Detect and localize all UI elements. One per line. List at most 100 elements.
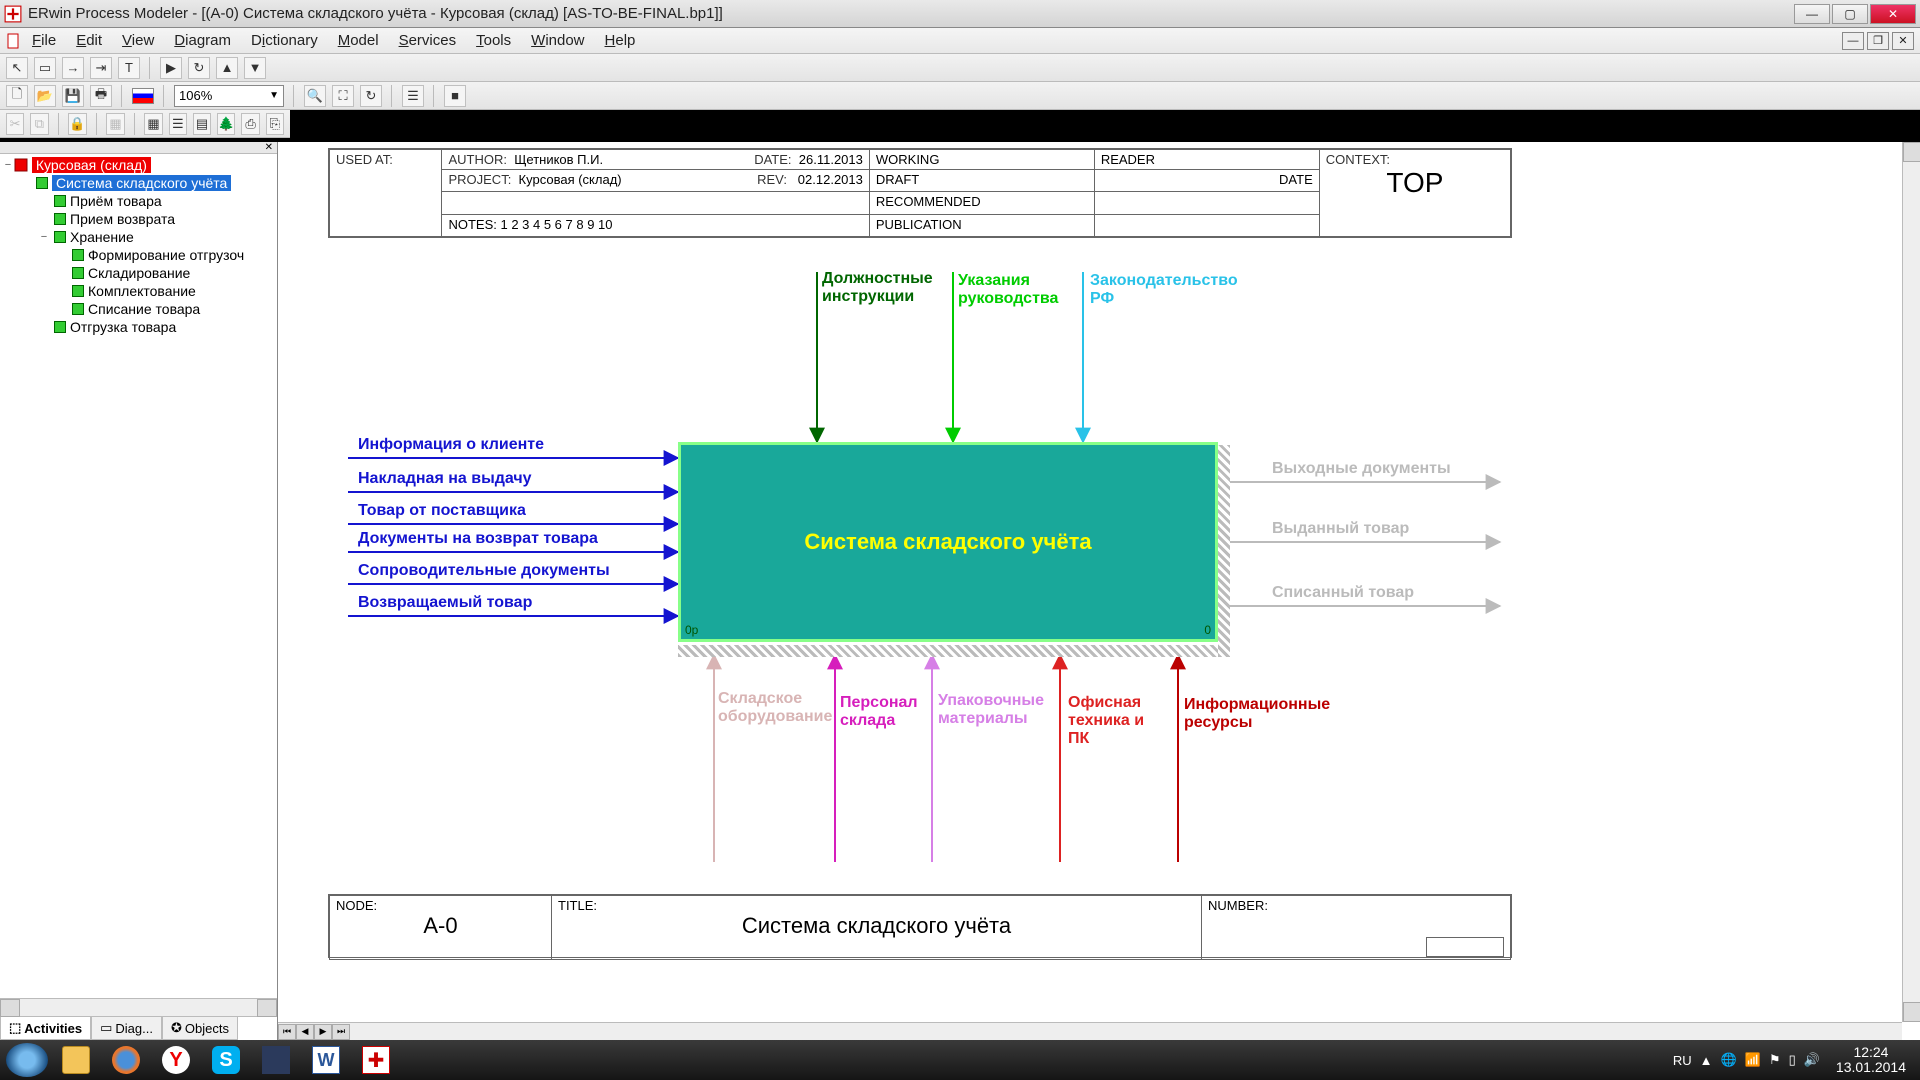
mdi-minimize[interactable]: —	[1842, 32, 1864, 50]
open-button[interactable]: 📂	[34, 85, 56, 107]
save-button[interactable]: 💾	[62, 85, 84, 107]
align1-button[interactable]: ▦	[144, 113, 162, 135]
tray-globe-icon[interactable]: 🌐	[1721, 1052, 1737, 1068]
canvas-vscrollbar[interactable]	[1902, 142, 1920, 1022]
zoom-combo[interactable]: 106%▼	[174, 85, 284, 107]
taskbar-erwin-icon[interactable]: ✚	[354, 1043, 398, 1077]
sheet-next-button[interactable]: ▶	[314, 1024, 332, 1040]
model-tree[interactable]: − Курсовая (склад)Система складского учё…	[0, 154, 277, 998]
tree-item[interactable]: −Хранение	[2, 228, 275, 246]
input-label[interactable]: Накладная на выдачу	[358, 470, 532, 488]
play-tool[interactable]: ▶	[160, 57, 182, 79]
menu-tools[interactable]: Tools	[466, 29, 521, 52]
box-tool[interactable]: ▭	[34, 57, 56, 79]
canvas-hscrollbar[interactable]: ⏮ ◀ ▶ ⏭	[278, 1022, 1902, 1040]
start-button[interactable]	[6, 1043, 48, 1077]
mechanism-label[interactable]: Информационные ресурсы	[1184, 696, 1344, 732]
output-label[interactable]: Выданный товар	[1272, 520, 1409, 538]
input-label[interactable]: Возвращаемый товар	[358, 594, 532, 612]
menu-window[interactable]: Window	[521, 29, 594, 52]
menu-model[interactable]: Model	[328, 29, 389, 52]
system-tray[interactable]: RU ▲ 🌐 📶 ⚑ ▯ 🔊 12:2413.01.2014	[1673, 1045, 1914, 1076]
menu-file[interactable]: File	[22, 29, 66, 52]
mechanism-label[interactable]: Персонал склада	[840, 694, 930, 730]
close-button[interactable]: ✕	[1870, 4, 1916, 24]
nav-button[interactable]: ☰	[402, 85, 424, 107]
tree-item[interactable]: Приём товара	[2, 192, 275, 210]
mdi-close[interactable]: ✕	[1892, 32, 1914, 50]
tray-clock[interactable]: 12:2413.01.2014	[1828, 1045, 1914, 1076]
grid-button[interactable]: ▦	[106, 113, 124, 135]
zoom-fit-button[interactable]: ⛶	[332, 85, 354, 107]
padlock-button[interactable]: 🔒	[68, 113, 86, 135]
sidebar-close-icon[interactable]: ✕	[0, 142, 277, 154]
new-button[interactable]: 🗋	[6, 85, 28, 107]
output-label[interactable]: Списанный товар	[1272, 584, 1414, 602]
print-button[interactable]: 🖶	[90, 85, 112, 107]
locale-flag-icon[interactable]	[132, 88, 154, 104]
tray-chevron-icon[interactable]: ▲	[1700, 1053, 1713, 1068]
input-label[interactable]: Товар от поставщика	[358, 502, 526, 520]
output-label[interactable]: Выходные документы	[1272, 460, 1451, 478]
minimize-button[interactable]: —	[1794, 4, 1830, 24]
align3-button[interactable]: ▤	[193, 113, 211, 135]
lock-button[interactable]: ■	[444, 85, 466, 107]
menu-diagram[interactable]: Diagram	[164, 29, 241, 52]
input-label[interactable]: Сопроводительные документы	[358, 562, 610, 580]
extra2-button[interactable]: ⎘	[266, 113, 284, 135]
refresh-button[interactable]: ↻	[360, 85, 382, 107]
tree-item[interactable]: Система складского учёта	[2, 174, 275, 192]
tray-wifi-icon[interactable]: ▯	[1789, 1052, 1796, 1068]
tree-item[interactable]: Списание товара	[2, 300, 275, 318]
diagram-canvas[interactable]: USED AT: AUTHOR: Щетников П.И. DATE: 26.…	[278, 142, 1902, 1022]
tab-activities[interactable]: ⬚ Activities	[0, 1017, 91, 1040]
tree-toggle-button[interactable]: 🌲	[217, 113, 235, 135]
sheet-last-button[interactable]: ⏭	[332, 1024, 350, 1040]
mdi-restore[interactable]: ❐	[1867, 32, 1889, 50]
tab-diagrams[interactable]: ▭ Diag...	[91, 1017, 162, 1040]
input-label[interactable]: Документы на возврат товара	[358, 530, 598, 548]
tab-objects[interactable]: ✪ Objects	[162, 1017, 238, 1040]
tray-language[interactable]: RU	[1673, 1053, 1692, 1068]
tree-item[interactable]: Комплектование	[2, 282, 275, 300]
copy-button[interactable]: ⧉	[30, 113, 48, 135]
tree-item[interactable]: Отгрузка товара	[2, 318, 275, 336]
control-label[interactable]: Должностные инструкции	[822, 270, 952, 306]
control-label[interactable]: Указания руководства	[958, 272, 1088, 308]
zoom-in-button[interactable]: 🔍	[304, 85, 326, 107]
tunnel-tool[interactable]: ⇥	[90, 57, 112, 79]
menu-view[interactable]: View	[112, 29, 164, 52]
taskbar-firefox-icon[interactable]	[104, 1043, 148, 1077]
taskbar-yandex-icon[interactable]: Y	[154, 1043, 198, 1077]
tree-hscrollbar[interactable]	[0, 998, 277, 1016]
sheet-prev-button[interactable]: ◀	[296, 1024, 314, 1040]
tree-item[interactable]: Складирование	[2, 264, 275, 282]
activity-box[interactable]: Система складского учёта 0p 0	[678, 442, 1218, 642]
arrow-tool[interactable]: →	[62, 57, 84, 79]
loop-tool[interactable]: ↻	[188, 57, 210, 79]
mechanism-label[interactable]: Складское оборудование	[718, 690, 838, 726]
taskbar-app1-icon[interactable]	[254, 1043, 298, 1077]
menu-dictionary[interactable]: Dictionary	[241, 29, 328, 52]
up-tool[interactable]: ▲	[216, 57, 238, 79]
extra1-button[interactable]: ⎙	[241, 113, 259, 135]
cut-button[interactable]: ✂	[6, 113, 24, 135]
taskbar-explorer-icon[interactable]	[54, 1043, 98, 1077]
tray-network-icon[interactable]: 📶	[1745, 1052, 1761, 1068]
text-tool[interactable]: T	[118, 57, 140, 79]
sheet-first-button[interactable]: ⏮	[278, 1024, 296, 1040]
down-tool[interactable]: ▼	[244, 57, 266, 79]
menu-edit[interactable]: Edit	[66, 29, 112, 52]
taskbar-word-icon[interactable]: W	[304, 1043, 348, 1077]
pointer-tool[interactable]: ↖	[6, 57, 28, 79]
maximize-button[interactable]: ▢	[1832, 4, 1868, 24]
mechanism-label[interactable]: Офисная техника и ПК	[1068, 694, 1168, 748]
tray-flag-icon[interactable]: ⚑	[1769, 1052, 1781, 1068]
input-label[interactable]: Информация о клиенте	[358, 436, 544, 454]
tree-item[interactable]: Прием возврата	[2, 210, 275, 228]
menu-help[interactable]: Help	[595, 29, 646, 52]
menu-services[interactable]: Services	[389, 29, 467, 52]
mechanism-label[interactable]: Упаковочные материалы	[938, 692, 1058, 728]
tree-item[interactable]: Формирование отгрузоч	[2, 246, 275, 264]
taskbar-skype-icon[interactable]: S	[204, 1043, 248, 1077]
